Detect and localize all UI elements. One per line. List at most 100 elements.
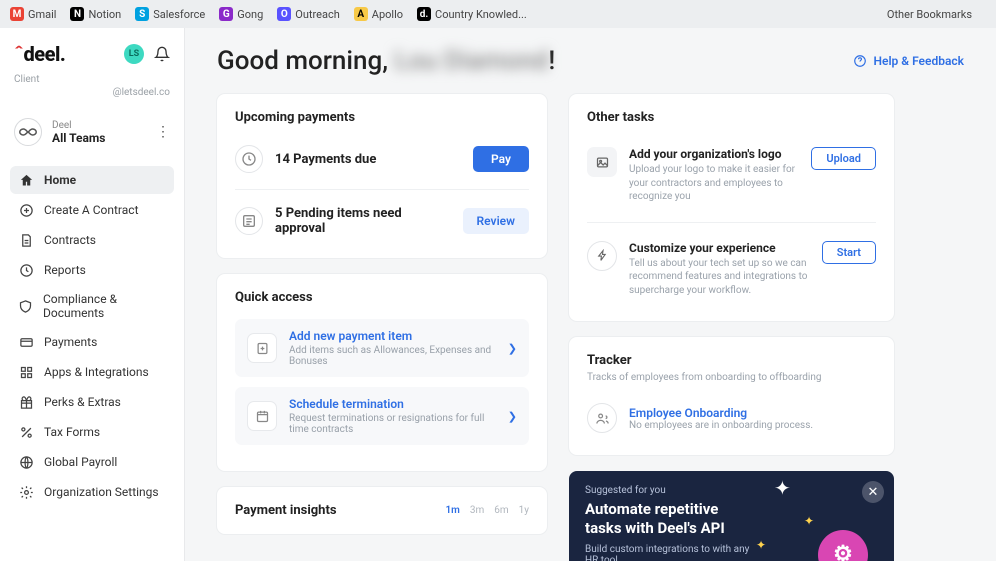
clock-icon [18,262,34,278]
task-title: Customize your experience [629,241,810,255]
nav-reports[interactable]: Reports [10,256,174,284]
nav-label: Compliance & Documents [43,292,166,320]
gear-icon [18,484,34,500]
page-greeting: Good morning, Lou Diamond! [217,46,555,76]
main-content: Good morning, Lou Diamond! Help & Feedba… [185,28,996,561]
bookmark-label: Notion [88,8,121,21]
plus-circle-icon [18,202,34,218]
payment-insights-card: Payment insights 1m 3m 6m 1y [217,487,547,534]
team-selector[interactable]: Deel All Teams ⋮ [10,112,174,152]
nav-label: Tax Forms [44,425,100,439]
nav-label: Apps & Integrations [44,365,149,379]
upload-button[interactable]: Upload [811,147,876,170]
bookmark-label: Gong [237,8,263,21]
qa-desc: Add items such as Allowances, Expenses a… [289,345,496,367]
brand-logo[interactable]: ˆdeel. [14,42,65,66]
quick-schedule-termination[interactable]: Schedule termination Request termination… [235,387,529,445]
nav-compliance[interactable]: Compliance & Documents [10,286,174,326]
quick-add-payment[interactable]: Add new payment item Add items such as A… [235,319,529,377]
gear-graphic: ⚙ [818,530,868,561]
grid-icon [18,364,34,380]
nav-perks[interactable]: Perks & Extras [10,388,174,416]
pending-approval-text: 5 Pending items need approval [275,206,451,236]
tracker-card: Tracker Tracks of employees from onboard… [569,337,894,455]
bookmark-other[interactable]: Other Bookmarks [887,8,972,21]
card-title: Payment insights [235,503,337,518]
task-title: Add your organization's logo [629,147,799,161]
bookmark-label: Country Knowled... [435,8,527,21]
help-feedback-link[interactable]: Help & Feedback [853,54,964,68]
nav-label: Reports [44,263,86,277]
task-desc: Upload your logo to make it easier for y… [629,163,799,204]
bookmark-label: Gmail [28,8,56,21]
client-label: Client [10,74,174,85]
qa-title: Add new payment item [289,329,496,343]
card-title: Tracker [587,353,876,368]
nav-tax[interactable]: Tax Forms [10,418,174,446]
nav-apps[interactable]: Apps & Integrations [10,358,174,386]
card-icon [18,334,34,350]
tab-1m[interactable]: 1m [445,505,459,516]
start-button[interactable]: Start [822,241,876,264]
tab-3m[interactable]: 3m [470,505,484,516]
bookmark-notion[interactable]: NNotion [70,7,121,21]
nav-label: Organization Settings [44,485,159,499]
bookmark-outreach[interactable]: OOutreach [277,7,340,21]
tab-1y[interactable]: 1y [519,505,529,516]
review-button[interactable]: Review [463,208,529,234]
close-icon[interactable]: ✕ [862,481,884,503]
bookmark-gong[interactable]: GGong [219,7,263,21]
nav-label: Create A Contract [44,203,139,217]
help-label: Help & Feedback [873,54,964,68]
nav-org-settings[interactable]: Organization Settings [10,478,174,506]
nav-label: Perks & Extras [44,395,121,409]
bookmark-gmail[interactable]: MGmail [10,7,56,21]
globe-icon [18,454,34,470]
nav-contracts[interactable]: Contracts [10,226,174,254]
nav-label: Contracts [44,233,96,247]
tracker-item-desc: No employees are in onboarding process. [629,420,876,431]
user-avatar[interactable]: LS [124,44,144,64]
nav-create-contract[interactable]: Create A Contract [10,196,174,224]
nav-label: Payments [44,335,97,349]
tab-6m[interactable]: 6m [494,505,508,516]
promo-label: Suggested for you [585,485,878,496]
card-title: Other tasks [587,110,876,125]
bookmark-apollo[interactable]: AApollo [354,7,403,21]
nav-global-payroll[interactable]: Global Payroll [10,448,174,476]
tracker-subtitle: Tracks of employees from onboarding to o… [587,372,876,383]
tracker-item-title: Employee Onboarding [629,406,876,420]
pay-button[interactable]: Pay [473,146,529,172]
nav-home[interactable]: Home [10,166,174,194]
bookmark-countryknowl[interactable]: d.Country Knowled... [417,7,527,21]
team-name: All Teams [52,131,105,145]
list-icon [235,207,263,235]
bookmark-label: Other Bookmarks [887,8,972,21]
bookmark-salesforce[interactable]: SSalesforce [135,7,205,21]
clock-icon [235,145,263,173]
nav-label: Global Payroll [44,455,117,469]
quick-access-card: Quick access Add new payment item Add it… [217,274,547,471]
client-email: @letsdeel.co [10,87,174,98]
chevron-right-icon: ❯ [508,410,517,423]
bell-icon[interactable] [154,46,170,62]
greeting-name: Lou Diamond [395,46,549,76]
more-icon[interactable]: ⋮ [156,124,170,140]
nav-label: Home [44,173,76,187]
promo-art: ✦ ✦ ✦ ⚙ [764,506,884,561]
payments-due-text: 14 Payments due [275,152,461,167]
card-title: Quick access [235,290,529,305]
help-icon [853,54,867,68]
add-document-icon [247,333,277,363]
sidebar: ˆdeel. LS Client @letsdeel.co Deel All T… [0,28,185,561]
nav-payments[interactable]: Payments [10,328,174,356]
people-icon [587,403,617,433]
promo-card: ✕ Suggested for you Automate repetitive … [569,471,894,561]
home-icon [18,172,34,188]
qa-title: Schedule termination [289,397,496,411]
org-name: Deel [52,120,105,131]
bookmark-label: Apollo [372,8,403,21]
calendar-icon [247,401,277,431]
tracker-item-onboarding[interactable]: Employee Onboarding No employees are in … [587,397,876,439]
upcoming-payments-card: Upcoming payments 14 Payments due Pay 5 … [217,94,547,258]
